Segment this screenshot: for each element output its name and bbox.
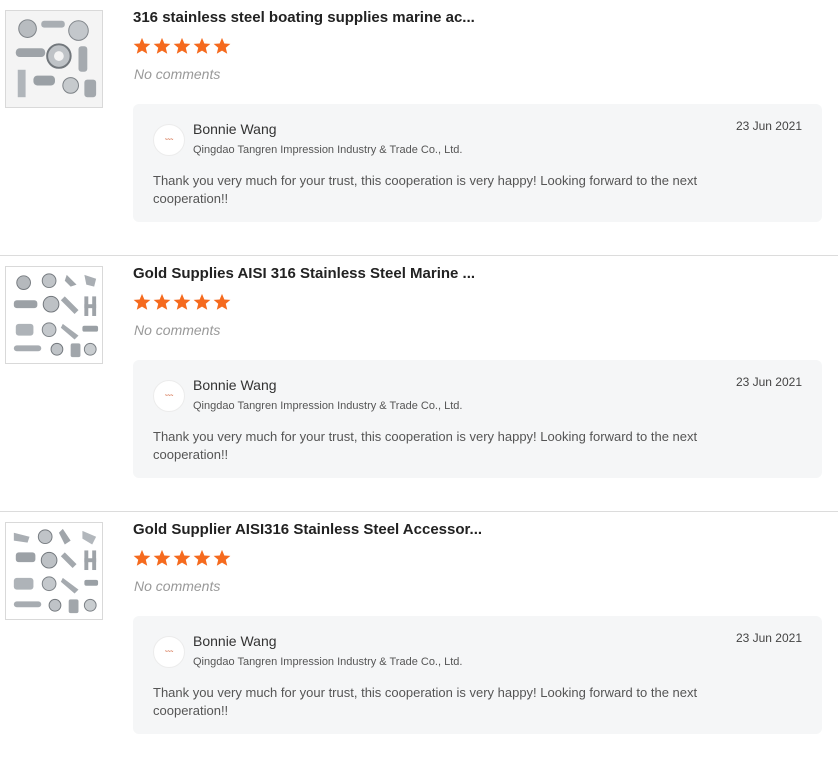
seller-name: Bonnie Wang	[193, 377, 277, 393]
star-icon	[193, 37, 211, 54]
star-icon	[173, 37, 191, 54]
seller-company: Qingdao Tangren Impression Industry & Tr…	[193, 656, 463, 668]
review-item: Gold Supplier AISI316 Stainless Steel Ac…	[0, 512, 838, 767]
star-icon	[153, 37, 171, 54]
reply-date: 23 Jun 2021	[735, 631, 802, 645]
seller-avatar: ~~~	[153, 380, 185, 412]
product-thumbnail[interactable]	[5, 266, 103, 364]
rating-stars	[133, 37, 231, 55]
seller-logo-icon: ~~~	[164, 393, 174, 399]
review-item: 316 stainless steel boating supplies mar…	[0, 0, 838, 256]
star-icon	[133, 549, 151, 566]
seller-reply: ~~~ Bonnie Wang Qingdao Tangren Impressi…	[133, 616, 822, 734]
star-icon	[213, 293, 231, 310]
star-icon	[213, 37, 231, 54]
review-item: Gold Supplies AISI 316 Stainless Steel M…	[0, 256, 838, 512]
marine-hardware-image	[6, 523, 102, 619]
star-icon	[173, 293, 191, 310]
star-icon	[153, 549, 171, 566]
seller-reply: ~~~ Bonnie Wang Qingdao Tangren Impressi…	[133, 104, 822, 222]
product-thumbnail[interactable]	[5, 10, 103, 108]
reply-date: 23 Jun 2021	[735, 119, 802, 133]
star-icon	[193, 293, 211, 310]
star-icon	[213, 549, 231, 566]
comment-status: No comments	[134, 322, 221, 338]
seller-reply: ~~~ Bonnie Wang Qingdao Tangren Impressi…	[133, 360, 822, 478]
marine-hardware-image	[6, 267, 102, 363]
seller-avatar: ~~~	[153, 636, 185, 668]
rating-stars	[133, 549, 231, 567]
reply-text: Thank you very much for your trust, this…	[153, 429, 698, 462]
reply-date: 23 Jun 2021	[735, 375, 802, 389]
product-title[interactable]: 316 stainless steel boating supplies mar…	[133, 9, 475, 26]
comment-status: No comments	[134, 578, 221, 594]
product-title[interactable]: Gold Supplier AISI316 Stainless Steel Ac…	[133, 521, 482, 538]
marine-hardware-image	[6, 11, 102, 107]
rating-stars	[133, 293, 231, 311]
reply-text: Thank you very much for your trust, this…	[153, 685, 698, 718]
product-title[interactable]: Gold Supplies AISI 316 Stainless Steel M…	[133, 265, 475, 282]
star-icon	[153, 293, 171, 310]
seller-avatar: ~~~	[153, 124, 185, 156]
star-icon	[133, 293, 151, 310]
star-icon	[193, 549, 211, 566]
seller-name: Bonnie Wang	[193, 121, 277, 137]
seller-name: Bonnie Wang	[193, 633, 277, 649]
product-thumbnail[interactable]	[5, 522, 103, 620]
seller-company: Qingdao Tangren Impression Industry & Tr…	[193, 400, 463, 412]
star-icon	[173, 549, 191, 566]
reply-text: Thank you very much for your trust, this…	[153, 173, 698, 206]
comment-status: No comments	[134, 66, 221, 82]
seller-company: Qingdao Tangren Impression Industry & Tr…	[193, 144, 463, 156]
seller-logo-icon: ~~~	[164, 137, 174, 143]
seller-logo-icon: ~~~	[164, 649, 174, 655]
review-list: 316 stainless steel boating supplies mar…	[0, 0, 838, 767]
star-icon	[133, 37, 151, 54]
